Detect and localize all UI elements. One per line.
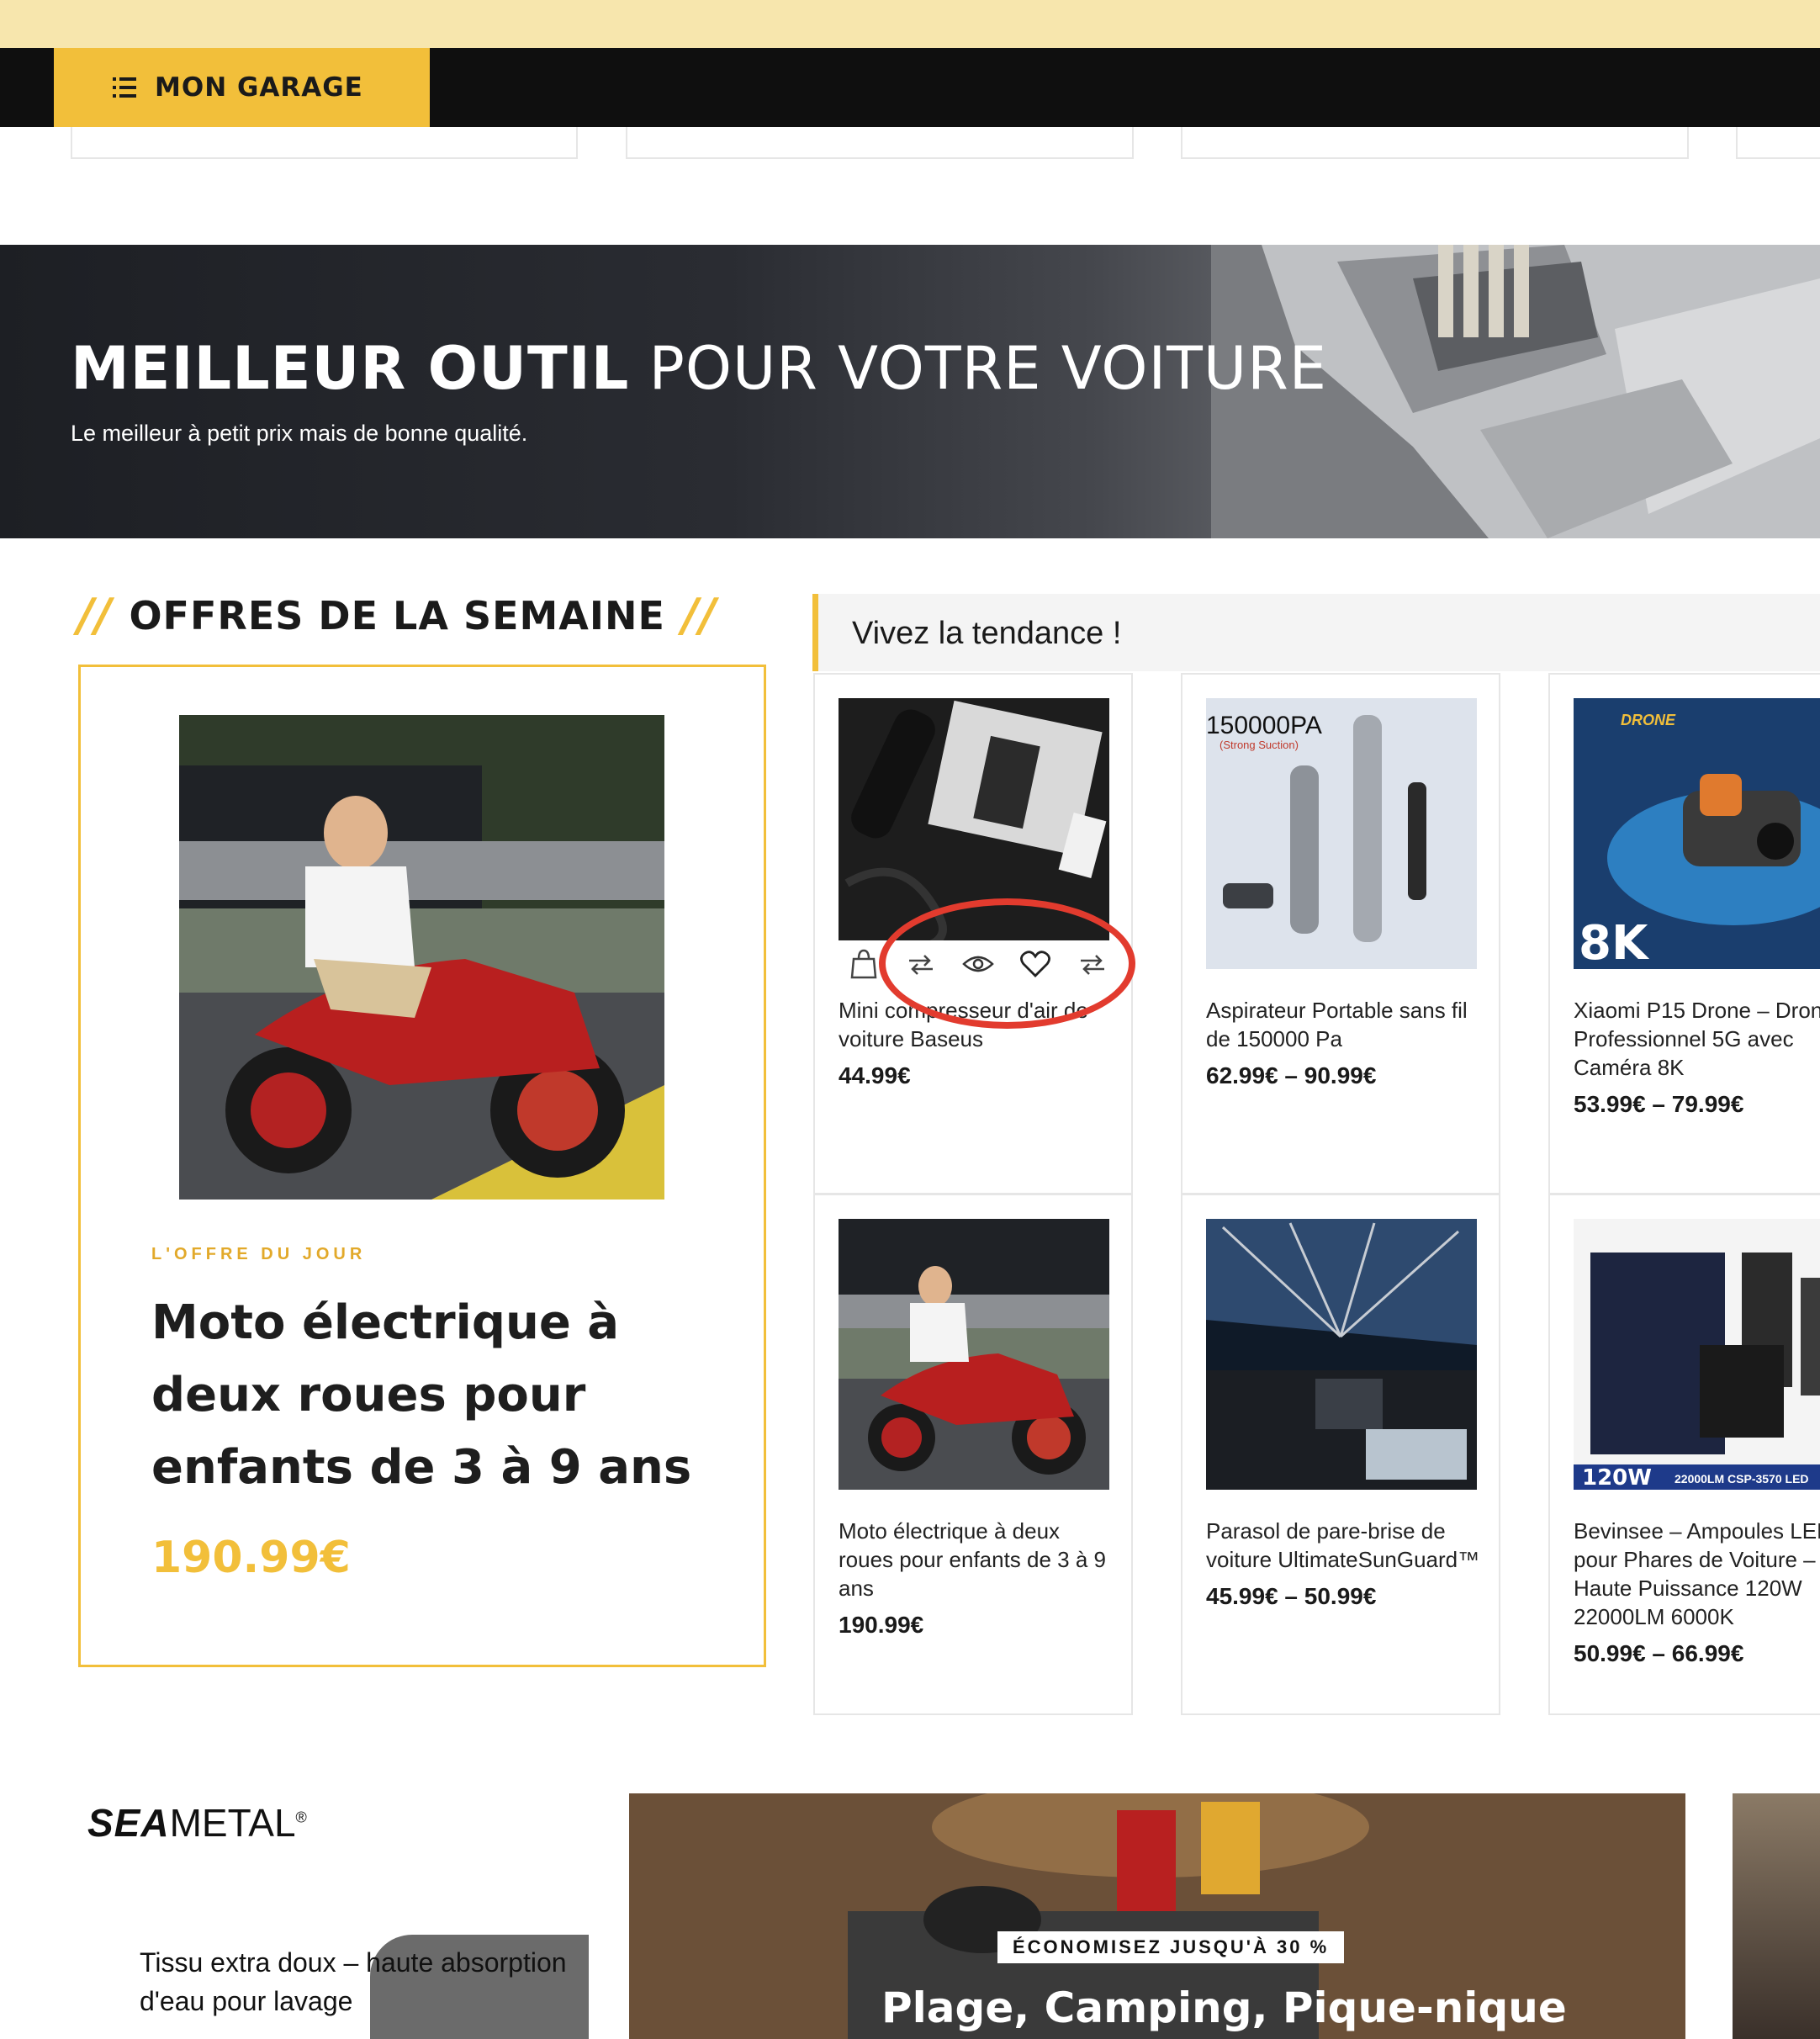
hero-title-bold: MEILLEUR OUTIL xyxy=(71,334,630,403)
product-name[interactable]: Aspirateur Portable sans fil de 150000 P… xyxy=(1206,996,1488,1090)
promo-strip xyxy=(0,0,1820,48)
category-card-stub[interactable] xyxy=(626,127,1134,159)
led-bulbs-image: 120W 22000LM CSP-3570 LED xyxy=(1574,1219,1820,1490)
slashes-left: // xyxy=(77,589,113,642)
deal-title[interactable]: Moto électrique à deux roues pour enfant… xyxy=(151,1287,723,1504)
category-card-stub[interactable] xyxy=(71,127,578,159)
windshield-parasol-image xyxy=(1206,1219,1477,1490)
trending-header: Vivez la tendance ! xyxy=(812,594,1820,671)
vacuum-image-subtext: (Strong Suction) xyxy=(1220,739,1299,751)
drone-image: DRONE 8K xyxy=(1574,698,1820,969)
product-price: 53.99€ – 79.99€ xyxy=(1574,1091,1744,1117)
brand-bold: SEA xyxy=(87,1801,170,1845)
drone-image-tag: DRONE xyxy=(1621,712,1676,728)
mon-garage-button[interactable]: MON GARAGE xyxy=(54,48,430,127)
hero-title: MEILLEUR OUTIL POUR VOTRE VOITURE xyxy=(71,334,1327,403)
product-name-text: Bevinsee – Ampoules LED pour Phares de V… xyxy=(1574,1518,1820,1629)
camping-kicker: ÉCONOMISEZ JUSQU'À 30 % xyxy=(997,1931,1345,1963)
camping-title[interactable]: Plage, Camping, Pique-nique xyxy=(881,1983,1567,2032)
product-price: 44.99€ xyxy=(839,1062,911,1088)
category-card-stub[interactable] xyxy=(1181,127,1689,159)
shopping-bag-icon[interactable] xyxy=(847,947,881,981)
vacuum-image: 150000PA (Strong Suction) xyxy=(1206,698,1477,969)
hero-subtitle: Le meilleur à petit prix mais de bonne q… xyxy=(71,421,528,446)
product-price: 45.99€ – 50.99€ xyxy=(1206,1583,1377,1609)
product-card[interactable]: DRONE 8K Xiaomi P15 Drone – Drone Profes… xyxy=(1548,673,1820,1194)
product-image[interactable] xyxy=(839,1219,1109,1490)
slashes-right: // xyxy=(681,589,717,642)
product-name-text: Moto électrique à deux roues pour enfant… xyxy=(839,1518,1107,1601)
product-name[interactable]: Bevinsee – Ampoules LED pour Phares de V… xyxy=(1574,1517,1820,1668)
led-image-subtext: 22000LM CSP-3570 LED xyxy=(1675,1472,1809,1486)
product-image[interactable]: 120W 22000LM CSP-3570 LED xyxy=(1574,1219,1820,1490)
brand-mark: ® xyxy=(295,1809,307,1826)
product-price: 190.99€ xyxy=(839,1612,924,1638)
product-card[interactable]: Parasol de pare-brise de voiture Ultimat… xyxy=(1181,1194,1500,1715)
trending-title: Vivez la tendance ! xyxy=(852,616,1122,651)
product-name-text: Parasol de pare-brise de voiture Ultimat… xyxy=(1206,1518,1480,1572)
weekly-offers-title: OFFRES DE LA SEMAINE xyxy=(129,592,665,638)
product-name[interactable]: Parasol de pare-brise de voiture Ultimat… xyxy=(1206,1517,1488,1611)
vacuum-image-text: 150000PA xyxy=(1206,712,1322,739)
product-name[interactable]: Moto électrique à deux roues pour enfant… xyxy=(839,1517,1120,1639)
banner-peek[interactable] xyxy=(1733,1793,1820,2039)
product-name[interactable]: Xiaomi P15 Drone – Drone Professionnel 5… xyxy=(1574,996,1820,1119)
towel-description[interactable]: Tissu extra doux – haute absorption d'ea… xyxy=(140,1943,611,2020)
kids-motorbike-thumb xyxy=(839,1219,1109,1490)
category-card-stub[interactable] xyxy=(1736,127,1820,159)
deal-price: 190.99€ xyxy=(151,1533,351,1583)
product-card[interactable]: 120W 22000LM CSP-3570 LED Bevinsee – Amp… xyxy=(1548,1194,1820,1715)
product-image[interactable] xyxy=(1206,1219,1477,1490)
list-icon xyxy=(113,77,136,98)
mon-garage-label: MON GARAGE xyxy=(155,72,363,103)
seametal-logo[interactable]: SEAMETAL® xyxy=(87,1800,307,1846)
hero-title-light: POUR VOTRE VOITURE xyxy=(648,334,1327,403)
highlight-circle xyxy=(879,898,1135,1029)
product-price: 62.99€ – 90.99€ xyxy=(1206,1062,1377,1088)
product-card[interactable]: Moto électrique à deux roues pour enfant… xyxy=(813,1194,1133,1715)
deal-kicker: L'OFFRE DU JOUR xyxy=(151,1245,367,1263)
product-name-text: Xiaomi P15 Drone – Drone Professionnel 5… xyxy=(1574,998,1820,1080)
product-price: 50.99€ – 66.99€ xyxy=(1574,1640,1744,1666)
product-name-text: Aspirateur Portable sans fil de 150000 P… xyxy=(1206,998,1468,1051)
product-image[interactable]: 150000PA (Strong Suction) xyxy=(1206,698,1477,969)
drone-image-text: 8K xyxy=(1579,916,1650,969)
product-card[interactable]: 150000PA (Strong Suction) Aspirateur Por… xyxy=(1181,673,1500,1194)
brand-light: METAL xyxy=(169,1801,296,1845)
kids-motorbike-image[interactable] xyxy=(179,715,664,1200)
weekly-offers-heading: // OFFRES DE LA SEMAINE // xyxy=(77,589,717,642)
led-image-text: 120W xyxy=(1582,1465,1652,1490)
product-image[interactable]: DRONE 8K xyxy=(1574,698,1820,969)
